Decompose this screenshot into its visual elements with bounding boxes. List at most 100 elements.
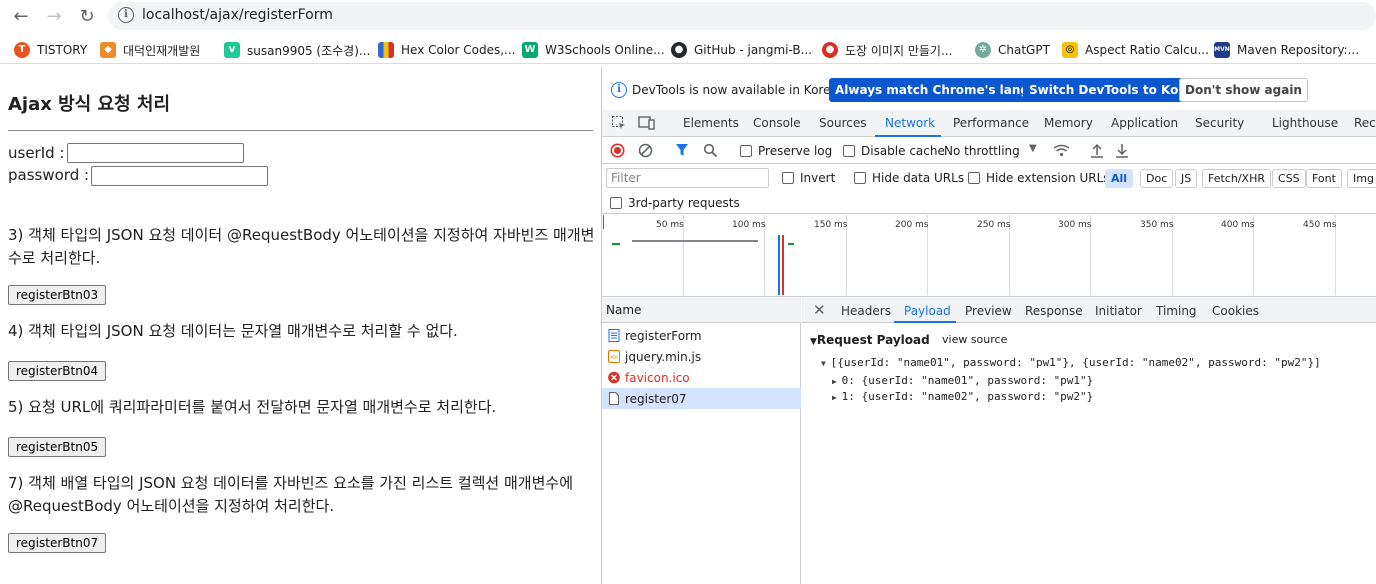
filter-chip-fetch-xhr[interactable]: Fetch/XHR — [1202, 169, 1271, 188]
filter-chip-js[interactable]: JS — [1175, 169, 1198, 188]
register-btn-03[interactable]: registerBtn03 — [8, 285, 107, 305]
tab-application[interactable]: Application — [1111, 116, 1178, 130]
velog-icon: v — [224, 42, 240, 58]
throttling-select[interactable]: No throttling — [944, 144, 1020, 158]
search-icon[interactable] — [703, 143, 718, 158]
payload-summary: [{userId: "name01", password: "pw1"}, {u… — [830, 356, 1321, 369]
password-input[interactable] — [91, 166, 268, 186]
detail-tab-preview[interactable]: Preview — [965, 304, 1012, 318]
timeline-tick-label: 400 ms — [1221, 220, 1255, 230]
script-icon: <> — [608, 350, 620, 363]
detail-tab-response[interactable]: Response — [1025, 304, 1083, 318]
bookmark-w3schools[interactable]: W W3Schools Online... — [522, 41, 665, 59]
timeline-tick-label: 50 ms — [656, 220, 684, 230]
tab-memory[interactable]: Memory — [1044, 116, 1093, 130]
bookmark-velog[interactable]: v susan9905 (조수경)... — [224, 41, 370, 59]
register-btn-07[interactable]: registerBtn07 — [8, 533, 107, 553]
hide-extension-urls-label: Hide extension URLs — [986, 171, 1110, 185]
register-btn-04[interactable]: registerBtn04 — [8, 361, 107, 381]
timeline-bar — [788, 243, 794, 245]
request-row[interactable]: favicon.ico — [602, 367, 801, 388]
timeline-tick-label: 100 ms — [732, 220, 766, 230]
bookmark-daedeok[interactable]: ◆ 대덕인재개발원 — [100, 41, 200, 59]
tistory-icon: T — [14, 42, 30, 58]
network-overview-timeline[interactable]: 50 ms 100 ms 150 ms 200 ms 250 ms 300 ms… — [602, 215, 1376, 297]
tab-performance[interactable]: Performance — [953, 116, 1029, 130]
bookmark-maven[interactable]: MVN Maven Repository:... — [1214, 41, 1359, 59]
detail-tab-cookies[interactable]: Cookies — [1212, 304, 1259, 318]
request-row-selected[interactable]: register07 — [602, 388, 801, 409]
register-btn-05[interactable]: registerBtn05 — [8, 437, 107, 457]
detail-tab-headers[interactable]: Headers — [841, 304, 891, 318]
network-requests-area: Name registerForm <> jquery.min.js favic… — [602, 297, 1376, 584]
payload-item-text: 1: {userId: "name02", password: "pw2"} — [841, 390, 1094, 403]
device-toolbar-icon[interactable] — [638, 115, 655, 131]
detail-tab-initiator[interactable]: Initiator — [1095, 304, 1142, 318]
close-icon[interactable]: ✕ — [813, 301, 826, 319]
url-text: localhost/ajax/registerForm — [142, 7, 333, 23]
bookmark-aspect-ratio[interactable]: ◎ Aspect Ratio Calcu... — [1062, 41, 1209, 59]
request-payload-title: Request Payload — [816, 333, 930, 347]
bookmark-stamp[interactable]: ● 도장 이미지 만들기... — [822, 41, 952, 59]
bookmark-chatgpt[interactable]: ✲ ChatGPT — [975, 41, 1050, 59]
hide-data-urls-checkbox[interactable] — [854, 172, 866, 184]
inspect-element-icon[interactable] — [611, 115, 627, 131]
tab-lighthouse[interactable]: Lighthouse — [1272, 116, 1338, 130]
dont-show-again-button[interactable]: Don't show again — [1179, 78, 1308, 102]
view-source-link[interactable]: view source — [942, 333, 1007, 346]
tab-sources[interactable]: Sources — [819, 116, 866, 130]
payload-root[interactable]: ▼ [{userId: "name01", password: "pw1"}, … — [821, 356, 1321, 369]
filter-chip-all[interactable]: All — [1105, 169, 1134, 188]
detail-tab-payload[interactable]: Payload — [904, 304, 951, 318]
site-info-icon[interactable]: i — [118, 7, 134, 23]
import-har-icon[interactable] — [1090, 143, 1104, 158]
filter-chip-img[interactable]: Img — [1347, 169, 1376, 188]
disable-cache-label: Disable cache — [861, 144, 945, 158]
network-conditions-icon[interactable] — [1053, 144, 1070, 157]
clear-icon[interactable] — [638, 143, 653, 158]
filter-chip-doc[interactable]: Doc — [1140, 169, 1174, 188]
disable-cache-checkbox[interactable] — [843, 145, 855, 157]
request-payload-section[interactable]: ▼Request Payload — [810, 333, 930, 347]
request-row[interactable]: <> jquery.min.js — [602, 346, 801, 367]
tab-console[interactable]: Console — [753, 116, 801, 130]
request-name: favicon.ico — [625, 371, 690, 385]
request-row[interactable]: registerForm — [602, 325, 801, 346]
filter-icon[interactable] — [675, 143, 689, 157]
payload-item[interactable]: ▶ 0: {userId: "name01", password: "pw1"} — [832, 374, 1093, 387]
caret-down-icon[interactable]: ▼ — [1029, 143, 1037, 154]
stamp-icon: ● — [822, 42, 838, 58]
maven-icon: MVN — [1214, 42, 1230, 58]
active-detail-tab-indicator — [894, 321, 956, 323]
name-column-header[interactable]: Name — [602, 297, 801, 323]
triangle-right-icon: ▶ — [832, 393, 842, 402]
hide-extension-urls-checkbox[interactable] — [968, 172, 980, 184]
request-name: registerForm — [625, 329, 702, 343]
active-tab-indicator — [875, 135, 941, 137]
timeline-bar — [612, 243, 620, 245]
filter-chip-font[interactable]: Font — [1306, 169, 1342, 188]
export-har-icon[interactable] — [1115, 143, 1129, 158]
invert-checkbox[interactable] — [782, 172, 794, 184]
filter-chip-css[interactable]: CSS — [1272, 169, 1306, 188]
forward-arrow-icon[interactable]: → — [43, 5, 65, 27]
address-bar[interactable]: i localhost/ajax/registerForm — [108, 2, 1376, 30]
tab-security[interactable]: Security — [1195, 116, 1244, 130]
filter-input[interactable]: Filter — [606, 168, 769, 188]
reload-icon[interactable]: ↻ — [76, 5, 98, 27]
back-arrow-icon[interactable]: ← — [10, 5, 32, 27]
record-stop-icon[interactable] — [610, 143, 625, 158]
third-party-checkbox[interactable] — [610, 197, 622, 209]
bookmark-hex-color[interactable]: Hex Color Codes,... — [378, 41, 516, 59]
tab-elements[interactable]: Elements — [683, 116, 739, 130]
preserve-log-checkbox[interactable] — [740, 145, 752, 157]
payload-item[interactable]: ▶ 1: {userId: "name02", password: "pw2"} — [832, 390, 1093, 403]
language-notice-bar: i DevTools is now available in Korean! A… — [602, 74, 1376, 106]
bookmark-github[interactable]: ● GitHub - jangmi-B... — [671, 41, 812, 59]
svg-text:<>: <> — [610, 354, 618, 361]
bookmark-tistory[interactable]: T TISTORY — [14, 41, 87, 59]
userid-input[interactable] — [67, 143, 244, 163]
tab-network[interactable]: Network — [885, 116, 935, 130]
detail-tab-timing[interactable]: Timing — [1156, 304, 1197, 318]
tab-recorder[interactable]: Reco — [1354, 116, 1376, 130]
